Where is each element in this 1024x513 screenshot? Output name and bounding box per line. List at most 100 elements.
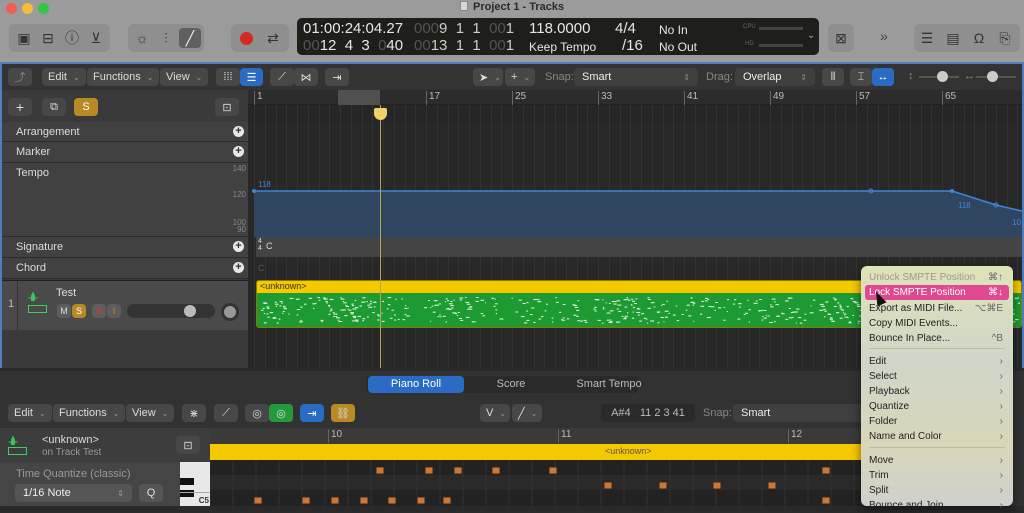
mute-button[interactable]: M bbox=[57, 304, 71, 318]
automation-button[interactable]: ⟋ bbox=[270, 68, 294, 86]
menu-item-folder[interactable]: Folder › bbox=[865, 414, 1009, 429]
edit-menu[interactable]: Edit ⌄ bbox=[42, 68, 86, 86]
notepad-icon[interactable]: ▤ bbox=[942, 28, 964, 48]
horizontal-zoom-slider[interactable] bbox=[976, 71, 1016, 82]
midi-note[interactable] bbox=[603, 481, 613, 490]
input-monitor-button[interactable]: I bbox=[107, 304, 121, 318]
tempo-point[interactable] bbox=[950, 189, 954, 193]
smart-controls-icon[interactable]: ⊟ bbox=[37, 28, 59, 48]
midi-note[interactable] bbox=[375, 466, 385, 475]
midi-note[interactable] bbox=[359, 496, 369, 505]
tab-piano-roll[interactable]: Piano Roll bbox=[368, 376, 464, 393]
cycle-icon[interactable]: ⇄ bbox=[262, 28, 284, 48]
editor-local-button[interactable]: ⊡ bbox=[176, 436, 200, 454]
menu-item-copy-midi-events[interactable]: Copy MIDI Events... bbox=[865, 316, 1009, 331]
slider-knob[interactable] bbox=[937, 71, 948, 82]
tempo-point[interactable] bbox=[252, 189, 256, 193]
list-view-button[interactable]: ☰ bbox=[240, 68, 263, 86]
menu-item-move[interactable]: Move › bbox=[865, 453, 1009, 468]
vertical-zoom-slider[interactable] bbox=[919, 71, 959, 82]
close-editor-button[interactable]: ⊠ bbox=[828, 24, 854, 52]
midi-note[interactable] bbox=[453, 466, 463, 475]
menu-item-quantize[interactable]: Quantize › bbox=[865, 399, 1009, 414]
vertical-fit-button[interactable]: ⌶ bbox=[850, 68, 872, 86]
menu-item-export-as-midi-file[interactable]: Export as MIDI File... ⌥⌘E bbox=[865, 301, 1009, 316]
signature-lane[interactable]: 44 C bbox=[256, 237, 1022, 257]
tuner-icon[interactable]: ☼ bbox=[131, 28, 153, 48]
functions-menu[interactable]: Functions ⌄ bbox=[87, 68, 160, 86]
catch-playhead-button[interactable]: ⇥ bbox=[325, 68, 349, 86]
menu-item-edit[interactable]: Edit › bbox=[865, 354, 1009, 369]
midi-note[interactable] bbox=[416, 496, 426, 505]
midi-note[interactable] bbox=[821, 496, 831, 505]
add-track-button[interactable]: + bbox=[8, 98, 32, 116]
menu-item-name-and-color[interactable]: Name and Color › bbox=[865, 429, 1009, 444]
grid-view-button[interactable]: ⁞⁞⁞ bbox=[216, 68, 240, 86]
tab-score[interactable]: Score bbox=[466, 376, 556, 393]
editor-view-menu[interactable]: View ⌄ bbox=[126, 404, 175, 422]
browser-icon[interactable]: ⎘ bbox=[994, 28, 1016, 48]
midi-note[interactable] bbox=[548, 466, 558, 475]
link-button[interactable]: ⛓ bbox=[331, 404, 355, 422]
editor-region-bar[interactable]: <unknown> bbox=[210, 444, 861, 460]
midi-note[interactable] bbox=[821, 466, 831, 475]
global-solo-button[interactable]: S bbox=[74, 98, 98, 116]
list-editors-icon[interactable]: ☰ bbox=[916, 28, 938, 48]
midi-note[interactable] bbox=[658, 481, 668, 490]
cycle-region[interactable] bbox=[338, 90, 380, 105]
midi-note[interactable] bbox=[330, 496, 340, 505]
midi-note[interactable] bbox=[387, 496, 397, 505]
duplicate-track-button[interactable]: ⧉ bbox=[42, 98, 66, 116]
midi-note[interactable] bbox=[301, 496, 311, 505]
minimize-window-button[interactable] bbox=[22, 3, 33, 14]
menu-item-trim[interactable]: Trim › bbox=[865, 468, 1009, 483]
menu-item-select[interactable]: Select › bbox=[865, 369, 1009, 384]
volume-slider[interactable] bbox=[127, 304, 215, 318]
editor-pointer-tool[interactable]: V ⌄ bbox=[480, 404, 510, 422]
zoom-window-button[interactable] bbox=[38, 3, 49, 14]
piano-roll-grid[interactable]: 10 11 12 <unknown> bbox=[210, 428, 861, 506]
menu-item-split[interactable]: Split › bbox=[865, 483, 1009, 498]
playhead-line[interactable] bbox=[380, 105, 381, 368]
back-arrow-button[interactable]: ⤴ bbox=[8, 68, 32, 86]
midi-note[interactable] bbox=[767, 481, 777, 490]
volume-slider-knob[interactable] bbox=[183, 305, 196, 317]
piano-keyboard[interactable]: C5 bbox=[180, 462, 210, 506]
editor-edit-menu[interactable]: Edit ⌄ bbox=[8, 404, 52, 422]
solo-button[interactable]: S bbox=[72, 304, 86, 318]
pencil-editor-icon[interactable]: ╱ bbox=[179, 28, 201, 48]
tab-smart-tempo[interactable]: Smart Tempo bbox=[560, 376, 658, 393]
horizontal-fit-button[interactable]: ↔ bbox=[872, 68, 894, 86]
menu-item-lock-smpte-position[interactable]: Lock SMPTE Position ⌘↓ bbox=[865, 285, 1009, 300]
midi-out-button[interactable]: ◎ bbox=[269, 404, 293, 422]
editor-ruler[interactable]: 10 11 12 bbox=[210, 428, 861, 444]
editor-snap-select[interactable]: Smart bbox=[733, 404, 863, 422]
record-icon[interactable] bbox=[235, 28, 257, 48]
editor-functions-menu[interactable]: Functions ⌄ bbox=[53, 404, 126, 422]
snap-select[interactable]: Smart ⇕ bbox=[574, 68, 698, 86]
view-menu[interactable]: View ⌄ bbox=[160, 68, 209, 86]
media-browser-icon[interactable]: ▣ bbox=[13, 28, 35, 48]
menu-item-bounce-in-place[interactable]: Bounce In Place... ^B bbox=[865, 331, 1009, 346]
lcd-display[interactable]: 01:00:24:04.27 0012 4 3 040 0009 1 1 001… bbox=[297, 18, 819, 55]
more-chevrons-icon[interactable]: » bbox=[880, 28, 888, 44]
quick-help-icon[interactable]: ⓘ bbox=[61, 28, 83, 48]
add-signature-icon[interactable]: + bbox=[233, 241, 244, 252]
waveform-zoom-button[interactable]: ⦀ bbox=[822, 68, 844, 86]
editor-catch-button[interactable]: ⇥ bbox=[300, 404, 324, 422]
midi-note[interactable] bbox=[712, 481, 722, 490]
add-chord-icon[interactable]: + bbox=[233, 262, 244, 273]
download-icon[interactable]: ⊻ bbox=[85, 28, 107, 48]
lcd-chevron-down-icon[interactable]: ⌄ bbox=[807, 30, 815, 41]
secondary-tool-menu[interactable]: + ⌄ bbox=[505, 68, 535, 86]
menu-item-playback[interactable]: Playback › bbox=[865, 384, 1009, 399]
quantize-select[interactable]: 1/16 Note ⇕ bbox=[15, 484, 132, 502]
flex-button[interactable]: ⋈ bbox=[294, 68, 318, 86]
midi-note[interactable] bbox=[424, 466, 434, 475]
collapse-button[interactable]: ⋇ bbox=[182, 404, 206, 422]
global-tracks-button[interactable]: ⊡ bbox=[215, 98, 239, 116]
close-window-button[interactable] bbox=[6, 3, 17, 14]
drag-select[interactable]: Overlap ⇕ bbox=[735, 68, 815, 86]
track-header-test[interactable]: 1 -ıllı- Test M S R I bbox=[2, 280, 248, 331]
mixer-icon[interactable]: ⫶ bbox=[155, 28, 177, 48]
